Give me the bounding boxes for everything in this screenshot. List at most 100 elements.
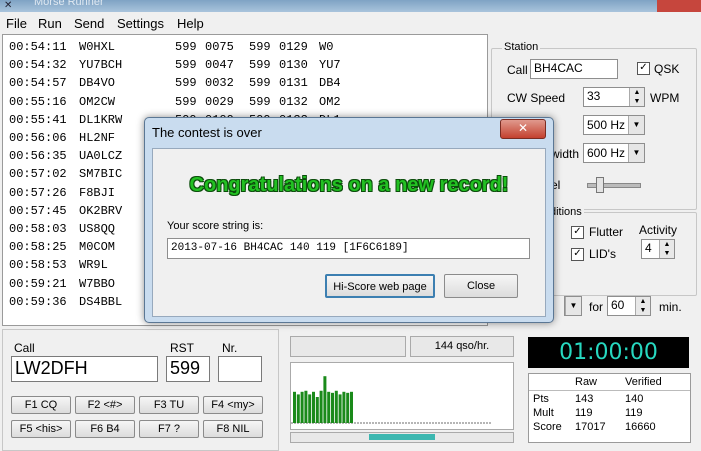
menu-file[interactable]: File bbox=[6, 16, 27, 31]
chevron-down-icon: ▼ bbox=[565, 297, 581, 315]
rate-bar bbox=[315, 397, 319, 423]
log-cell-call: SM7BIC bbox=[79, 167, 123, 182]
progress-fill bbox=[369, 434, 435, 440]
rate-bar bbox=[350, 391, 353, 423]
log-cell-pfx: YU7 bbox=[319, 58, 341, 73]
log-cell-rst2: 599 bbox=[249, 76, 271, 91]
pitch-value: 500 Hz bbox=[587, 118, 626, 132]
activity-value: 4 bbox=[645, 241, 652, 255]
log-cell-time: 00:58:03 bbox=[9, 222, 67, 236]
rate-display: 144 qso/hr. bbox=[410, 336, 514, 357]
f6-b4-button[interactable]: F6 B4 bbox=[75, 420, 135, 438]
rate-bar bbox=[296, 394, 300, 423]
log-cell-time: 00:55:41 bbox=[9, 112, 67, 127]
nr-input[interactable] bbox=[218, 356, 262, 382]
log-cell-call: F8BJI bbox=[79, 185, 116, 200]
cw-speed-spinner[interactable]: ▲ ▼ bbox=[629, 88, 644, 106]
f2-exchange-button[interactable]: F2 <#> bbox=[75, 396, 135, 414]
lids-label: LID's bbox=[589, 247, 616, 261]
pitch-select[interactable]: 500 Hz ▼ bbox=[583, 115, 645, 135]
f4-my-button[interactable]: F4 <my> bbox=[203, 396, 263, 414]
log-cell-rst1: 599 bbox=[175, 58, 197, 73]
log-cell-nr2: 0129 bbox=[279, 40, 308, 54]
lids-checkbox[interactable]: ✓ bbox=[571, 248, 584, 261]
log-cell-call: W0HXL bbox=[79, 40, 116, 54]
menu-settings[interactable]: Settings bbox=[117, 16, 164, 31]
score-row-label: Mult bbox=[533, 407, 554, 419]
flutter-checkbox[interactable]: ✓ bbox=[571, 226, 584, 239]
rate-bar bbox=[300, 391, 304, 423]
f7-query-button[interactable]: F7 ? bbox=[139, 420, 199, 438]
status-panel bbox=[290, 336, 406, 357]
log-cell-nr2: 0131 bbox=[279, 76, 308, 91]
contest-clock: 01:00:00 bbox=[528, 337, 689, 368]
score-row-label: Score bbox=[533, 421, 562, 433]
flutter-label: Flutter bbox=[589, 225, 624, 239]
contest-over-dialog: The contest is over ✕ Congratulations on… bbox=[144, 117, 554, 323]
station-group-label: Station bbox=[502, 41, 541, 53]
window-close-button[interactable] bbox=[657, 0, 701, 12]
score-string-field[interactable]: 2013-07-16 BH4CAC 140 119 [1F6C6189] bbox=[167, 238, 530, 259]
log-cell-rst2: 599 bbox=[249, 94, 271, 109]
rate-bar bbox=[331, 392, 334, 423]
log-cell-time: 00:59:21 bbox=[9, 276, 67, 291]
bandwidth-select[interactable]: 600 Hz ▼ bbox=[583, 143, 645, 163]
rate-bar bbox=[334, 390, 338, 423]
activity-input[interactable]: 4 ▲ ▼ bbox=[641, 239, 675, 259]
dialog-body: Congratulations on a new record! Your sc… bbox=[152, 148, 546, 317]
qsk-checkbox[interactable]: ✓ bbox=[637, 62, 650, 75]
chevron-down-icon: ▼ bbox=[628, 116, 644, 134]
run-mode-select[interactable]: ▼ bbox=[564, 296, 582, 316]
window-titlebar: ✕ Morse Runner bbox=[0, 0, 701, 12]
rate-bar bbox=[346, 392, 350, 423]
window-title: Morse Runner bbox=[34, 0, 104, 8]
log-cell-time: 00:58:53 bbox=[9, 258, 67, 273]
rate-bar bbox=[319, 390, 323, 423]
log-cell-call: UA0LCZ bbox=[79, 149, 123, 164]
log-cell-call: OM2CW bbox=[79, 94, 116, 109]
cw-speed-input[interactable]: 33 ▲ ▼ bbox=[583, 87, 645, 107]
dialog-close-icon[interactable]: ✕ bbox=[500, 119, 546, 139]
log-cell-rst1: 599 bbox=[175, 94, 197, 109]
cw-speed-label: CW Speed bbox=[507, 91, 566, 105]
f5-his-button[interactable]: F5 <his> bbox=[11, 420, 71, 438]
menubar: File Run Send Settings Help bbox=[0, 13, 701, 33]
congrats-message: Congratulations on a new record! bbox=[189, 174, 509, 196]
hiscore-web-button[interactable]: Hi-Score web page bbox=[325, 274, 435, 298]
minutes-input[interactable]: 60 ▲ ▼ bbox=[607, 296, 651, 316]
rate-bar bbox=[308, 394, 312, 423]
rate-bar bbox=[342, 391, 346, 423]
log-cell-call: DL1KRW bbox=[79, 112, 123, 127]
rate-bar bbox=[327, 391, 331, 423]
log-cell-call: YU7BCH bbox=[79, 58, 123, 73]
f8-nil-button[interactable]: F8 NIL bbox=[203, 420, 263, 438]
score-row-raw: 143 bbox=[575, 393, 594, 405]
score-row-label: Pts bbox=[533, 393, 549, 405]
minutes-spinner[interactable]: ▲ ▼ bbox=[635, 297, 650, 315]
score-row-raw: 119 bbox=[575, 407, 593, 419]
station-call-input[interactable]: BH4CAC bbox=[530, 59, 618, 79]
activity-spinner[interactable]: ▲ ▼ bbox=[659, 240, 674, 258]
dialog-close-button[interactable]: Close bbox=[444, 274, 518, 298]
log-cell-time: 00:54:57 bbox=[9, 76, 67, 91]
log-cell-call: DB4VO bbox=[79, 76, 116, 91]
rate-bar bbox=[293, 391, 296, 423]
f3-tu-button[interactable]: F3 TU bbox=[139, 396, 199, 414]
log-cell-rst2: 599 bbox=[249, 40, 271, 54]
rst-input[interactable]: 599 bbox=[166, 356, 210, 382]
f1-cq-button[interactable]: F1 CQ bbox=[11, 396, 71, 414]
for-label: for bbox=[589, 300, 604, 314]
menu-help[interactable]: Help bbox=[177, 16, 204, 31]
log-cell-call: M0COM bbox=[79, 240, 116, 255]
entry-call-label: Call bbox=[14, 341, 35, 355]
slider-thumb[interactable] bbox=[596, 177, 604, 193]
log-cell-pfx: W0 bbox=[319, 40, 334, 54]
monitor-level-slider[interactable] bbox=[587, 177, 641, 193]
menu-send[interactable]: Send bbox=[74, 16, 104, 31]
entry-call-input[interactable]: LW2DFH bbox=[11, 356, 158, 382]
log-cell-call: HL2NF bbox=[79, 131, 116, 145]
log-cell-nr2: 0130 bbox=[279, 58, 308, 73]
rate-bar bbox=[312, 391, 315, 423]
menu-run[interactable]: Run bbox=[38, 16, 62, 31]
activity-label: Activity bbox=[639, 223, 678, 237]
